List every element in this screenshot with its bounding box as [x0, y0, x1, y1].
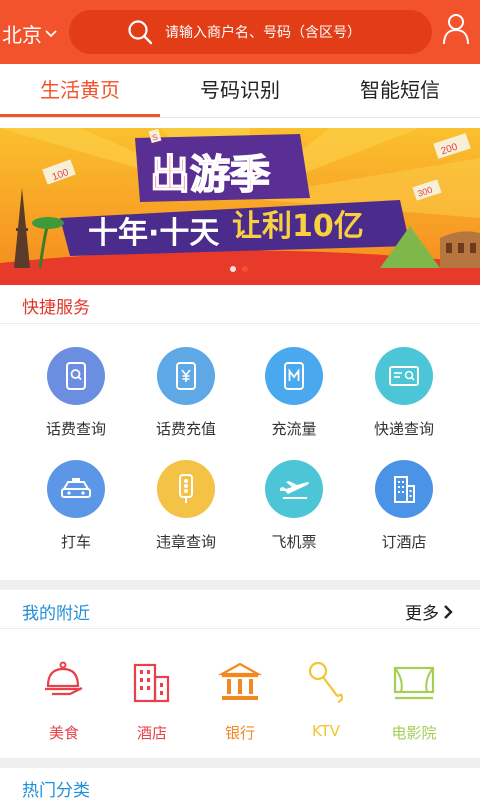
city-selector[interactable]: 北京 [2, 19, 57, 48]
taxi-icon [47, 460, 105, 518]
tab-smart-sms[interactable]: 智能短信 [320, 64, 480, 117]
hotel-building-icon [133, 663, 170, 703]
nearby-label: 酒店 [136, 724, 167, 742]
banner-artwork: 100 200 300 S 出游季 十年·十天 让利10亿 [0, 128, 480, 285]
service-label: 快递查询 [373, 420, 434, 438]
phone-search-icon [47, 347, 105, 405]
banner-pager [230, 266, 248, 272]
top-bar: 北京 请输入商户名、号码（含区号） [0, 0, 480, 64]
promo-banner[interactable]: 100 200 300 S 出游季 十年·十天 让利10亿 [0, 128, 480, 285]
nearby-label: 银行 [224, 724, 255, 742]
banner-title: 出游季 [150, 152, 270, 198]
service-label: 话费查询 [45, 420, 106, 438]
service-express-query[interactable]: 快递查询 [344, 347, 464, 439]
search-placeholder: 请输入商户名、号码（含区号） [165, 25, 361, 41]
food-dish-icon [45, 661, 83, 696]
app-screen: 北京 请输入商户名、号码（含区号） 生活黄页 号码识别 智能短信 100 200… [0, 0, 480, 800]
tab-yellow-pages[interactable]: 生活黄页 [0, 64, 160, 117]
nearby-hotel[interactable]: 酒店 [104, 660, 200, 743]
nearby-label: 美食 [48, 724, 79, 742]
nearby-label: 电影院 [391, 724, 437, 742]
service-bill-recharge[interactable]: 话费充值 [126, 347, 246, 439]
search-bar[interactable]: 请输入商户名、号码（含区号） [69, 10, 432, 54]
user-profile-icon[interactable] [442, 13, 470, 45]
phone-data-icon [265, 347, 323, 405]
pager-dot-active[interactable] [242, 266, 248, 272]
service-violation-query[interactable]: 违章查询 [126, 460, 246, 552]
cinema-icon [393, 666, 435, 700]
hotel-icon [375, 460, 433, 518]
phone-yuan-icon [157, 347, 215, 405]
banner-line2: 让利10亿 [232, 209, 364, 244]
traffic-light-icon [157, 460, 215, 518]
divider [0, 323, 480, 324]
more-label: 更多 [405, 604, 439, 624]
chevron-right-icon [444, 604, 453, 619]
service-hotel-booking[interactable]: 订酒店 [344, 460, 464, 552]
nearby-title: 我的附近 [22, 604, 90, 624]
tab-number-recognition[interactable]: 号码识别 [160, 64, 320, 117]
service-label: 打车 [60, 533, 91, 551]
service-label: 飞机票 [271, 533, 317, 551]
quick-services-title: 快捷服务 [22, 298, 90, 318]
tab-bar: 生活黄页 号码识别 智能短信 [0, 64, 480, 118]
divider [0, 628, 480, 629]
service-label: 订酒店 [381, 533, 427, 551]
package-search-icon [375, 347, 433, 405]
service-label: 话费充值 [155, 420, 216, 438]
service-label: 充流量 [271, 420, 317, 438]
service-bill-query[interactable]: 话费查询 [16, 347, 136, 439]
nearby-food[interactable]: 美食 [16, 660, 112, 743]
nearby-ktv[interactable]: KTV [278, 660, 374, 740]
search-icon [128, 20, 153, 45]
hot-categories-title: 热门分类 [22, 781, 90, 800]
bank-icon [217, 662, 263, 700]
service-flight-ticket[interactable]: 飞机票 [234, 460, 354, 552]
banner-line1: 十年·十天 [88, 216, 219, 251]
nearby-bank[interactable]: 银行 [192, 660, 288, 743]
airplane-icon [265, 460, 323, 518]
nearby-cinema[interactable]: 电影院 [366, 660, 462, 743]
city-label: 北京 [2, 23, 42, 47]
service-label: 违章查询 [155, 533, 216, 551]
chevron-down-icon [45, 29, 57, 37]
section-gap [0, 758, 480, 768]
service-taxi[interactable]: 打车 [16, 460, 136, 552]
nearby-label: KTV [311, 722, 341, 740]
section-gap [0, 580, 480, 590]
microphone-icon [308, 661, 343, 703]
service-data-recharge[interactable]: 充流量 [234, 347, 354, 439]
more-link[interactable]: 更多 [405, 599, 453, 624]
pager-dot[interactable] [230, 266, 236, 272]
